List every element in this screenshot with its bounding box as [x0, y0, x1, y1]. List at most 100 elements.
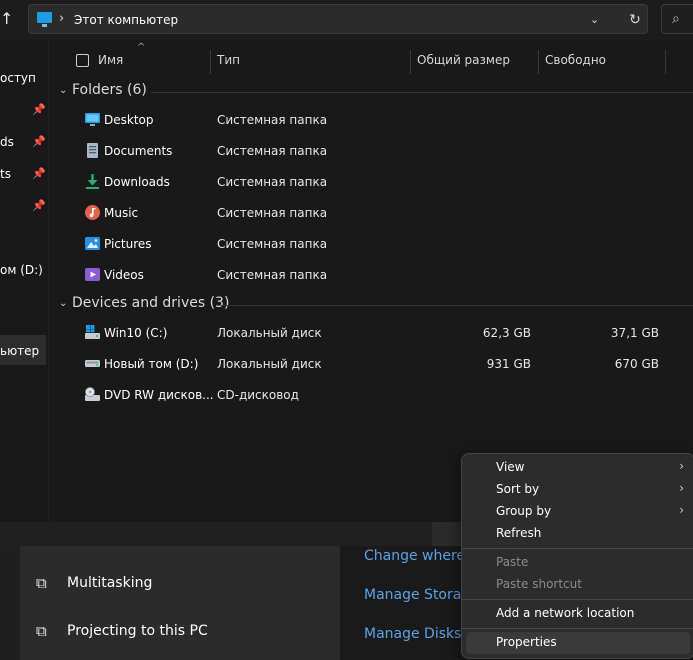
item-name: Music — [104, 206, 139, 220]
column-total-size[interactable]: Общий размер — [417, 53, 510, 67]
chevron-down-icon[interactable]: ⌄ — [59, 298, 67, 309]
list-item-videos[interactable]: Videos Системная папка — [49, 260, 693, 290]
group-divider — [221, 305, 693, 306]
address-bar[interactable]: › Этот компьютер ⌄ ↻ — [28, 4, 648, 34]
menu-item-sort-by[interactable]: Sort by › — [466, 479, 690, 501]
sidebar-item-documents[interactable]: ts — [0, 167, 11, 181]
chevron-right-icon: › — [679, 503, 684, 517]
column-separator[interactable] — [210, 50, 211, 74]
column-name[interactable]: Имя — [98, 53, 123, 67]
pin-icon: 📌 — [32, 167, 46, 180]
chevron-right-icon: › — [679, 459, 684, 473]
sort-ascending-icon: ^ — [137, 42, 146, 53]
list-item-dvd-drive[interactable]: DVD RW дисков... CD-дисковод — [49, 380, 693, 410]
list-item-drive-c[interactable]: Win10 (C:) Локальный диск 62,3 GB 37,1 G… — [49, 318, 693, 348]
navigation-pane: оступ ds 📌 ts 📌 📌 📌 ом (D:) ьютер — [0, 40, 48, 522]
projecting-icon: ⧉ — [36, 622, 47, 640]
downloads-icon — [86, 174, 99, 189]
list-item-music[interactable]: Music Системная папка — [49, 198, 693, 228]
item-type: Системная папка — [217, 237, 328, 251]
menu-item-paste-shortcut: Paste shortcut — [466, 574, 690, 596]
item-total-size: 931 GB — [486, 357, 531, 371]
desktop-icon — [85, 113, 100, 126]
refresh-icon[interactable]: ↻ — [624, 9, 646, 31]
item-name: Desktop — [104, 113, 154, 127]
column-header: ^ Имя Тип Общий размер Свободно — [49, 40, 693, 80]
list-item-documents[interactable]: Documents Системная папка — [49, 136, 693, 166]
windows-drive-icon — [85, 325, 100, 339]
menu-item-label: Refresh — [496, 526, 542, 540]
list-item-downloads[interactable]: Downloads Системная папка — [49, 167, 693, 197]
item-free-space: 37,1 GB — [610, 326, 659, 340]
chevron-down-icon[interactable]: ⌄ — [59, 85, 67, 96]
music-icon — [85, 205, 100, 220]
sidebar-item-drive-d[interactable]: ом (D:) — [0, 263, 43, 277]
item-name: Documents — [104, 144, 173, 158]
chevron-down-icon[interactable]: ⌄ — [590, 11, 599, 29]
scrollbar-track[interactable] — [0, 522, 432, 546]
column-separator[interactable] — [538, 50, 539, 74]
column-separator[interactable] — [665, 50, 666, 74]
up-arrow-icon[interactable]: ↑ — [0, 8, 14, 30]
menu-item-properties[interactable]: Properties — [466, 632, 690, 654]
context-menu: View › Sort by › Group by › Refresh Past… — [461, 453, 693, 659]
file-list: ^ Имя Тип Общий размер Свободно ⌄ Folder… — [49, 40, 693, 522]
menu-item-label: Group by — [496, 504, 552, 518]
search-icon: ⌕ — [672, 11, 680, 27]
file-explorer-window: ↑ › Этот компьютер ⌄ ↻ ⌕ оступ ds 📌 ts 📌… — [0, 0, 693, 522]
breadcrumb-chevron-icon[interactable]: › — [59, 10, 64, 28]
item-name: Win10 (C:) — [104, 326, 168, 340]
settings-item-label: Projecting to this PC — [67, 623, 208, 639]
item-name: Pictures — [104, 237, 152, 251]
sidebar-item-quick-access[interactable]: оступ — [0, 71, 36, 85]
manage-disks-link[interactable]: Manage Disks a — [364, 626, 474, 642]
menu-item-label: Paste shortcut — [496, 577, 582, 591]
settings-nav: ⧉ Multitasking ⧉ Projecting to this PC — [20, 546, 340, 660]
item-type: CD-дисковод — [217, 388, 299, 402]
item-name: Новый том (D:) — [104, 357, 199, 371]
list-item-drive-d[interactable]: Новый том (D:) Локальный диск 931 GB 670… — [49, 349, 693, 379]
settings-item-projecting[interactable]: ⧉ Projecting to this PC — [20, 611, 340, 651]
toolbar: ↑ › Этот компьютер ⌄ ↻ ⌕ — [0, 0, 693, 40]
search-input[interactable]: ⌕ — [661, 4, 693, 34]
drive-icon — [85, 360, 100, 367]
menu-item-add-network-location[interactable]: Add a network location — [466, 603, 690, 625]
column-type[interactable]: Тип — [217, 53, 240, 67]
menu-separator — [462, 599, 693, 600]
item-free-space: 670 GB — [614, 357, 659, 371]
dvd-drive-icon — [85, 387, 100, 401]
settings-item-label: Multitasking — [67, 575, 153, 591]
item-type: Системная папка — [217, 206, 328, 220]
menu-item-view[interactable]: View › — [466, 457, 690, 479]
column-free-space[interactable]: Свободно — [545, 53, 606, 67]
menu-item-label: Add a network location — [496, 606, 635, 620]
item-name: Videos — [104, 268, 144, 282]
menu-item-label: Sort by — [496, 482, 540, 496]
column-separator[interactable] — [410, 50, 411, 74]
group-header-drives[interactable]: ⌄ Devices and drives (3) — [49, 291, 693, 319]
menu-separator — [462, 548, 693, 549]
chevron-right-icon: › — [679, 481, 684, 495]
menu-item-label: View — [496, 460, 525, 474]
sidebar-item-this-pc[interactable]: ьютер — [0, 344, 39, 358]
menu-item-label: Paste — [496, 555, 529, 569]
menu-item-paste: Paste — [466, 552, 690, 574]
item-name: DVD RW дисков... — [104, 388, 214, 402]
menu-separator — [462, 628, 693, 629]
menu-item-group-by[interactable]: Group by › — [466, 501, 690, 523]
item-type: Локальный диск — [217, 326, 322, 340]
videos-icon — [85, 268, 100, 281]
group-header-folders[interactable]: ⌄ Folders (6) — [49, 78, 693, 106]
select-all-checkbox[interactable] — [76, 54, 89, 67]
pin-icon: 📌 — [32, 199, 46, 212]
settings-item-multitasking[interactable]: ⧉ Multitasking — [20, 563, 340, 603]
list-item-pictures[interactable]: Pictures Системная папка — [49, 229, 693, 259]
menu-item-refresh[interactable]: Refresh — [466, 523, 690, 545]
pictures-icon — [85, 237, 100, 250]
breadcrumb-this-pc[interactable]: Этот компьютер — [74, 11, 178, 29]
item-name: Downloads — [104, 175, 170, 189]
menu-item-label: Properties — [496, 635, 557, 649]
group-title: Folders (6) — [72, 82, 147, 98]
sidebar-item-downloads[interactable]: ds — [0, 135, 14, 149]
list-item-desktop[interactable]: Desktop Системная папка — [49, 105, 693, 135]
